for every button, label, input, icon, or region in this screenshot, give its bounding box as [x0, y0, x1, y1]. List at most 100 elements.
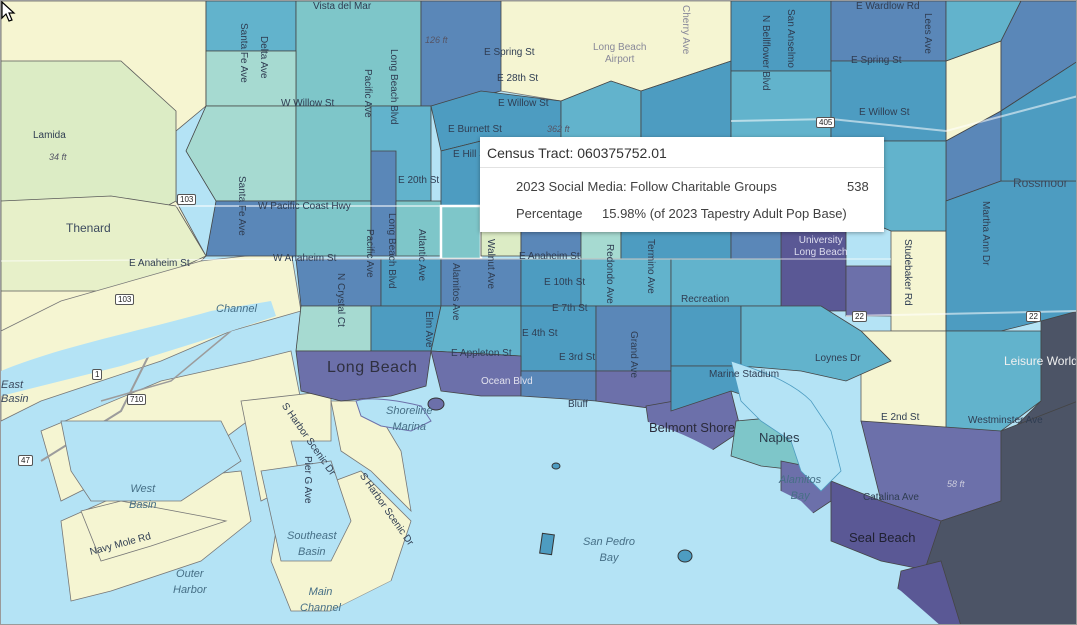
- label-leisure-world: Leisure World: [1004, 354, 1077, 368]
- shield-1: 1: [92, 369, 103, 380]
- label-san-anselmo: San Anselmo: [785, 9, 796, 68]
- label-20th-st: E 20th St: [398, 175, 440, 186]
- shield-47: 47: [18, 455, 33, 466]
- label-long-beach: Long Beach: [327, 359, 418, 376]
- map-canvas[interactable]: [1, 1, 1077, 625]
- label-pacific-ave: Pacific Ave: [362, 69, 373, 118]
- shield-22-b: 22: [1026, 311, 1041, 322]
- label-delta-ave: Delta Ave: [258, 36, 269, 79]
- label-pch: W Pacific Coast Hwy: [258, 201, 351, 212]
- tract-east-yellow-1: [890, 230, 947, 332]
- label-bluff: Bluff: [568, 399, 588, 410]
- tract-selected: [439, 204, 483, 261]
- label-recreation: Recreation: [681, 294, 730, 305]
- tract-2: [295, 1, 422, 107]
- label-marine-stadium: Marine Stadium: [709, 369, 780, 380]
- label-bellflower: N Bellflower Blvd: [760, 15, 771, 91]
- label-elev-126: 126 ft: [425, 35, 448, 45]
- label-elev-362: 362 ft: [547, 124, 570, 134]
- island-1: [539, 532, 555, 556]
- tract-45: [670, 305, 742, 367]
- label-pier-g-ave: Pier G Ave: [302, 456, 313, 504]
- tract-15: [730, 70, 832, 142]
- mouse-cursor-icon: [1, 1, 16, 22]
- label-n-crystal-ct: N Crystal Ct: [335, 273, 346, 327]
- label-studebaker: Studebaker Rd: [902, 239, 913, 306]
- label-outer-harbor: Outer Harbor: [173, 568, 207, 596]
- island-2: [677, 549, 693, 563]
- shield-103-a: 103: [177, 194, 197, 205]
- label-vista-del-mar: Vista del Mar: [313, 1, 372, 12]
- label-elev-34: 34 ft: [49, 152, 67, 162]
- shield-22: 22: [852, 311, 867, 322]
- island-3: [551, 462, 561, 470]
- label-spring-st: E Spring St: [484, 47, 535, 58]
- census-tract-popup: Census Tract: 060375752.01 2023 Social M…: [480, 137, 884, 232]
- label-airport: Long Beach Airport: [593, 42, 647, 65]
- popup-title: Census Tract: 060375752.01: [480, 137, 884, 168]
- label-san-pedro-bay: San Pedro Bay: [583, 536, 635, 564]
- shield-710: 710: [127, 394, 147, 405]
- label-southeast-basin: Southeast Basin: [287, 530, 337, 558]
- label-10th-st: E 10th St: [544, 277, 586, 288]
- label-anaheim-west: E Anaheim St: [129, 258, 190, 269]
- label-walnut-ave: Walnut Ave: [485, 239, 496, 290]
- label-willow-st: E Willow St: [498, 98, 549, 109]
- label-west-basin: West Basin: [129, 483, 157, 511]
- label-burnett-st: E Burnett St: [448, 124, 502, 135]
- label-willow-st-east: E Willow St: [859, 107, 910, 118]
- tract-38: [580, 258, 672, 307]
- label-redondo-ave: Redondo Ave: [604, 244, 615, 304]
- label-pacific-ave-2: Pacific Ave: [364, 229, 375, 278]
- label-elev-58: 58 ft: [947, 479, 965, 489]
- label-seal-beach: Seal Beach: [849, 530, 916, 545]
- label-main-channel: Main Channel: [300, 586, 341, 614]
- label-santa-fe-ave: Santa Fe Ave: [238, 23, 249, 83]
- label-ocean-blvd: Ocean Blvd: [481, 376, 533, 387]
- label-channel: Channel: [216, 303, 257, 315]
- label-spring-st-east: E Spring St: [851, 55, 902, 66]
- label-2nd-st: E 2nd St: [881, 412, 920, 423]
- label-atlantic-ave: Atlantic Ave: [416, 229, 427, 282]
- label-university: University Long Beach: [794, 235, 848, 258]
- tract-40: [295, 305, 372, 352]
- label-naples: Naples: [759, 430, 800, 445]
- label-28th-st: E 28th St: [497, 73, 539, 84]
- shield-103-b: 103: [115, 294, 135, 305]
- popup-row-label: 2023 Social Media: Follow Charitable Gro…: [516, 179, 777, 194]
- label-appleton: E Appleton St: [451, 348, 512, 359]
- tract-1: [205, 1, 297, 52]
- label-loynes-dr: Loynes Dr: [815, 353, 861, 364]
- label-alamitos-bay: Alamitos Bay: [779, 474, 822, 502]
- label-elm-ave: Elm Ave: [423, 311, 434, 348]
- label-westminster: Westminster Ave: [968, 415, 1043, 426]
- label-w-willow-st: W Willow St: [281, 98, 335, 109]
- label-lamida: Lamida: [33, 130, 66, 141]
- tract-6: [295, 105, 372, 202]
- label-long-beach-blvd-2: Long Beach Blvd: [386, 213, 397, 289]
- shield-405: 405: [816, 117, 836, 128]
- label-anaheim-w: W Anaheim St: [273, 253, 337, 264]
- label-cherry-ave-top: Cherry Ave: [680, 5, 691, 55]
- label-shoreline-marina: Shoreline Marina: [386, 405, 433, 433]
- tract-27: [945, 180, 1076, 332]
- label-east-basin: East Basin: [1, 379, 29, 405]
- label-santa-fe-ave-2: Santa Fe Ave: [236, 176, 247, 236]
- popup-row-value: 538: [847, 179, 869, 194]
- label-anaheim-mid: E Anaheim St: [519, 251, 580, 262]
- popup-row-value: 15.98% (of 2023 Tapestry Adult Pop Base): [602, 206, 847, 221]
- label-termino-ave: Termino Ave: [645, 239, 656, 294]
- label-belmont-shore: Belmont Shore: [649, 420, 735, 435]
- popup-row-label: Percentage: [516, 206, 583, 221]
- label-thenard: Thenard: [66, 221, 111, 235]
- label-rossmoor: Rossmoor: [1013, 176, 1068, 190]
- label-catalina-ave: Catalina Ave: [863, 492, 919, 503]
- label-long-beach-blvd: Long Beach Blvd: [388, 49, 399, 125]
- label-martha-ann: Martha Ann Dr: [980, 201, 991, 266]
- map-view[interactable]: Long Beach Belmont Shore Naples Seal Bea…: [0, 0, 1077, 625]
- tract-11: [730, 1, 832, 72]
- tract-33: [845, 265, 892, 317]
- label-3rd-st: E 3rd St: [559, 352, 596, 363]
- label-grand-ave: Grand Ave: [628, 331, 639, 379]
- label-alamitos-ave: Alamitos Ave: [450, 263, 461, 321]
